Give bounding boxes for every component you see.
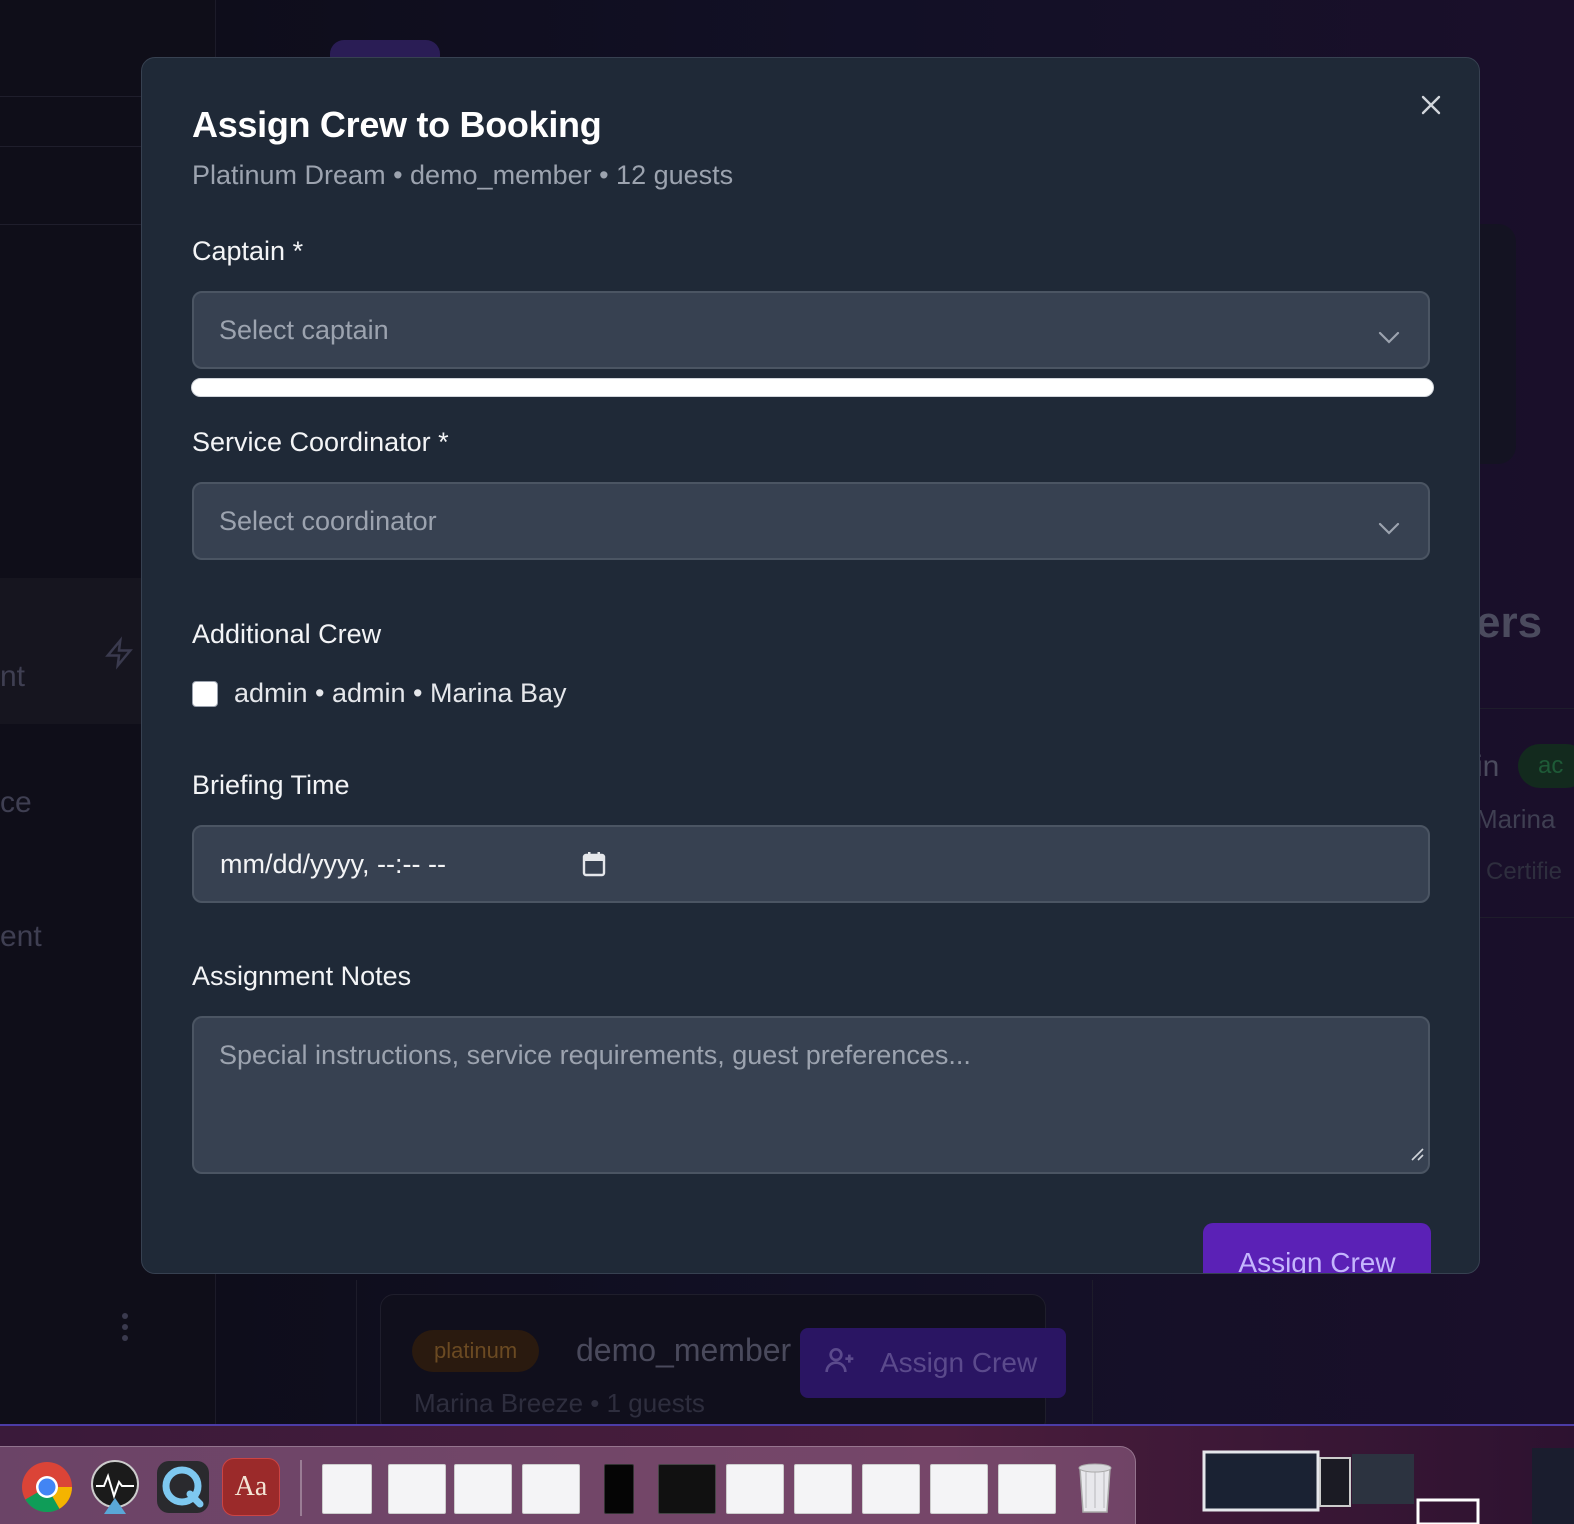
- coordinator-label: Service Coordinator *: [192, 427, 449, 457]
- background-location-fragment: Marina: [1476, 804, 1556, 834]
- modal-subtitle: Platinum Dream • demo_member • 12 guests: [192, 160, 734, 190]
- minimized-window-thumbnail[interactable]: [930, 1464, 988, 1514]
- briefing-time-label: Briefing Time: [192, 770, 350, 800]
- assign-crew-modal: Assign Crew to Booking Platinum Dream • …: [141, 57, 1480, 1274]
- user-plus-icon: [824, 1344, 856, 1383]
- background-status-badge: ac: [1518, 744, 1574, 788]
- modal-title: Assign Crew to Booking: [192, 104, 602, 145]
- trash-icon[interactable]: [1066, 1458, 1124, 1516]
- dock-separator: [300, 1460, 302, 1516]
- background-right-panel: [1480, 224, 1516, 464]
- background-assign-crew-label: Assign Crew: [880, 1347, 1038, 1378]
- booking-member-name: demo_member: [576, 1332, 792, 1368]
- captain-select[interactable]: Select captain: [192, 291, 1430, 369]
- crew-option-row: admin • admin • Marina Bay: [192, 678, 567, 709]
- sidebar-fragment: nt: [0, 660, 26, 693]
- coordinator-placeholder: Select coordinator: [219, 505, 437, 536]
- assignment-notes-label: Assignment Notes: [192, 961, 412, 991]
- quicktime-icon[interactable]: [154, 1458, 212, 1516]
- desktop-space-thumbnails[interactable]: [1202, 1448, 1574, 1524]
- chrome-icon[interactable]: [18, 1458, 76, 1516]
- close-button[interactable]: [1414, 90, 1448, 124]
- minimized-window-thumbnail[interactable]: [322, 1464, 372, 1514]
- captain-dropdown-list[interactable]: [191, 378, 1434, 397]
- minimized-window-thumbnail[interactable]: [726, 1464, 784, 1514]
- sidebar-fragment: ent: [0, 920, 42, 953]
- minimized-window-thumbnail[interactable]: [522, 1464, 580, 1514]
- captain-label: Captain *: [192, 236, 304, 266]
- instruments-icon[interactable]: [86, 1458, 144, 1516]
- dictionary-icon[interactable]: Aa: [222, 1458, 280, 1516]
- minimized-window-thumbnail[interactable]: [454, 1464, 512, 1514]
- coordinator-select[interactable]: Select coordinator: [192, 482, 1430, 560]
- sidebar-fragment: ce: [0, 786, 32, 819]
- assign-crew-button[interactable]: Assign Crew: [1203, 1223, 1431, 1273]
- assignment-notes-placeholder: Special instructions, service requiremen…: [219, 1040, 971, 1070]
- minimized-window-thumbnail[interactable]: [794, 1464, 852, 1514]
- bolt-icon: [104, 636, 134, 678]
- chevron-down-icon: [1378, 321, 1400, 352]
- background-cert-fragment: Certifie: [1486, 858, 1563, 885]
- booking-subtitle: Marina Breeze • 1 guests: [414, 1388, 705, 1418]
- additional-crew-label: Additional Crew: [192, 619, 382, 649]
- background-heading-fragment: ers: [1476, 598, 1543, 647]
- dictionary-label: Aa: [234, 1471, 268, 1502]
- briefing-time-input[interactable]: mm/dd/yyyy, --:-- --: [192, 825, 1430, 903]
- resize-handle-icon[interactable]: [1410, 1137, 1424, 1168]
- background-assign-crew-button: Assign Crew: [800, 1328, 1066, 1398]
- minimized-window-thumbnail[interactable]: [862, 1464, 920, 1514]
- minimized-window-thumbnail[interactable]: [604, 1464, 634, 1514]
- crew-option-checkbox[interactable]: [192, 680, 218, 707]
- minimized-window-thumbnail[interactable]: [388, 1464, 446, 1514]
- minimized-window-thumbnail[interactable]: [998, 1464, 1056, 1514]
- crew-option-label: admin • admin • Marina Bay: [234, 678, 567, 708]
- briefing-time-value: mm/dd/yyyy, --:-- --: [220, 848, 446, 879]
- background-divider: [1092, 1280, 1093, 1428]
- assignment-notes-textarea[interactable]: Special instructions, service requiremen…: [192, 1016, 1430, 1174]
- background-divider: [356, 1280, 357, 1428]
- minimized-window-thumbnail[interactable]: [658, 1464, 716, 1514]
- more-vertical-icon: [120, 1312, 130, 1342]
- captain-placeholder: Select captain: [219, 314, 389, 345]
- chevron-down-icon: [1378, 512, 1400, 543]
- x-icon: [1419, 93, 1443, 122]
- tier-badge: platinum: [412, 1330, 540, 1372]
- calendar-icon[interactable]: [582, 851, 606, 884]
